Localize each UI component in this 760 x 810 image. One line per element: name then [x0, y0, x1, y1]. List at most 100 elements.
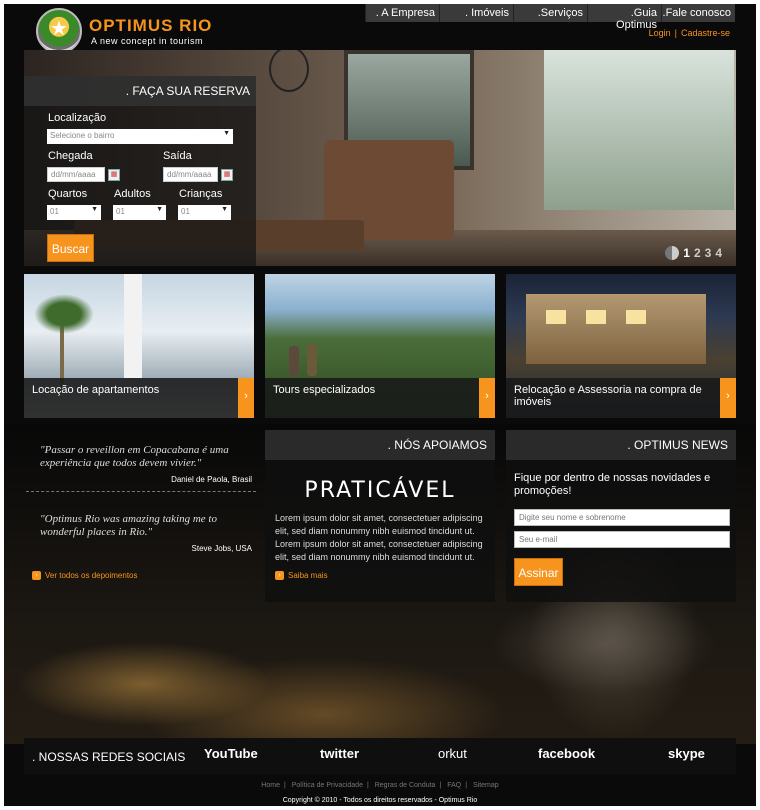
skype-icon[interactable]: skype: [668, 746, 705, 761]
saida-label: Saída: [163, 150, 192, 162]
signup-link[interactable]: Cadastre-se: [681, 28, 730, 38]
criancas-label: Crianças: [179, 188, 223, 200]
tile-tours[interactable]: Tours especializados ›: [265, 274, 495, 418]
tourist-figure: [289, 346, 299, 376]
footer-links: Home | Política de Privacidade | Regras de…: [261, 782, 499, 789]
criancas-value: 01: [181, 207, 190, 216]
star-icon: ★: [50, 18, 68, 40]
newsletter-panel: . OPTIMUS NEWS Fique por dentro de nossa…: [506, 430, 736, 602]
saida-input[interactable]: dd/mm/aaaa: [163, 167, 218, 182]
learn-more-link[interactable]: › Saiba mais: [275, 571, 328, 580]
search-button[interactable]: Buscar: [47, 234, 94, 262]
youtube-icon[interactable]: YouTube: [204, 746, 258, 761]
page: ★ OPTIMUS RIO A new concept in tourism .…: [4, 4, 756, 806]
bairro-select-value: Selecione o bairro: [50, 131, 115, 140]
arrow-right-icon: ›: [32, 571, 41, 580]
slider-page[interactable]: 3: [705, 246, 712, 260]
support-panel: . NÓS APOIAMOS PRATICÁVEL Lorem ipsum do…: [265, 430, 495, 602]
chevron-down-icon: ▼: [223, 130, 230, 137]
footer-link-privacy[interactable]: Política de Privacidade: [292, 782, 363, 789]
house-window: [586, 310, 606, 324]
nav-item-empresa[interactable]: . A Empresa: [365, 4, 439, 22]
adultos-select[interactable]: 01 ▼: [113, 205, 166, 220]
footer-link-faq[interactable]: FAQ: [447, 782, 461, 789]
partner-logo[interactable]: PRATICÁVEL: [265, 478, 495, 503]
tile-caption: Locação de apartamentos: [24, 378, 254, 418]
arrow-right-icon: ›: [275, 571, 284, 580]
brand-name[interactable]: OPTIMUS RIO: [89, 16, 212, 36]
house-image: [526, 294, 706, 364]
criancas-select[interactable]: 01 ▼: [178, 205, 231, 220]
chevron-down-icon: ▼: [221, 206, 228, 213]
email-input[interactable]: Seu e-mail: [514, 531, 730, 548]
slider-page[interactable]: 2: [694, 246, 701, 260]
chevron-down-icon: ▼: [156, 206, 163, 213]
footer-link-home[interactable]: Home: [261, 782, 280, 789]
social-title: . NOSSAS REDES SOCIAIS: [32, 750, 186, 764]
nav-item-imoveis[interactable]: . Imóveis: [439, 4, 513, 22]
house-window: [546, 310, 566, 324]
chevron-down-icon: ▼: [91, 206, 98, 213]
top-navigation: . A Empresa . Imóveis .Serviços .Guia Op…: [365, 4, 735, 31]
account-separator: |: [674, 28, 677, 38]
bairro-select[interactable]: Selecione o bairro ▼: [47, 129, 233, 144]
reservation-title: . FAÇA SUA RESERVA: [24, 76, 256, 106]
slider-pager: 1 2 3 4: [665, 246, 722, 260]
reservation-form: . FAÇA SUA RESERVA Localização Selecione…: [24, 76, 256, 266]
all-testimonials-label: Ver todos os depoimentos: [45, 571, 138, 580]
name-input[interactable]: Digite seu nome e sobrenome: [514, 509, 730, 526]
chevron-right-icon[interactable]: ›: [720, 378, 736, 418]
tile-caption: Relocação e Assessoria na compra de imóv…: [506, 378, 720, 418]
localizacao-label: Localização: [48, 112, 107, 124]
support-text: Lorem ipsum dolor sit amet, consectetuer…: [275, 513, 483, 562]
nav-item-contato[interactable]: .Fale conosco: [661, 4, 735, 22]
slider-page[interactable]: 1: [683, 246, 690, 260]
subscribe-button[interactable]: Assinar: [514, 558, 563, 586]
testimonial-quote: "Optimus Rio was amazing taking me to wo…: [40, 513, 217, 538]
chegada-label: Chegada: [48, 150, 93, 162]
quartos-select[interactable]: 01 ▼: [47, 205, 101, 220]
pause-icon[interactable]: [665, 246, 680, 260]
tile-apartments[interactable]: Locação de apartamentos ›: [24, 274, 254, 418]
footer-link-rules[interactable]: Regras de Conduta: [375, 782, 436, 789]
newsletter-title: . OPTIMUS NEWS: [506, 430, 736, 460]
testimonial-quote: "Passar o reveillon em Copacabana é uma …: [40, 444, 229, 469]
palm-tree: [34, 294, 94, 334]
brand-tagline: A new concept in tourism: [91, 36, 204, 46]
login-link[interactable]: Login: [649, 28, 671, 38]
nav-item-servicos[interactable]: .Serviços: [513, 4, 587, 22]
adultos-value: 01: [116, 207, 125, 216]
tourist-figure: [307, 344, 317, 376]
nav-item-guia[interactable]: .Guia Optimus: [587, 4, 661, 31]
chevron-right-icon[interactable]: ›: [238, 378, 254, 418]
copyright: Copyright © 2010 - Todos os direitos res…: [282, 797, 478, 804]
calendar-icon[interactable]: ▦: [221, 169, 233, 181]
adultos-label: Adultos: [114, 188, 151, 200]
slider-page[interactable]: 4: [715, 246, 722, 260]
hero-mirror: [269, 50, 309, 92]
tile-column: [124, 274, 142, 378]
testimonial-divider: [26, 491, 256, 492]
social-bar: . NOSSAS REDES SOCIAIS YouTube twitter o…: [24, 738, 736, 774]
quartos-value: 01: [50, 207, 59, 216]
chegada-input[interactable]: dd/mm/aaaa: [47, 167, 105, 182]
learn-more-label: Saiba mais: [288, 571, 328, 580]
all-testimonials-link[interactable]: › Ver todos os depoimentos: [32, 571, 138, 580]
orkut-icon[interactable]: orkut: [438, 746, 467, 761]
house-window: [626, 310, 646, 324]
facebook-icon[interactable]: facebook: [538, 746, 595, 761]
tile-relocation[interactable]: Relocação e Assessoria na compra de imóv…: [506, 274, 736, 418]
calendar-icon[interactable]: ▦: [108, 169, 120, 181]
support-title: . NÓS APOIAMOS: [265, 430, 495, 460]
testimonial-author: Daniel de Paola, Brasil: [171, 475, 252, 484]
footer-link-sitemap[interactable]: Sitemap: [473, 782, 499, 789]
quartos-label: Quartos: [48, 188, 88, 200]
chevron-right-icon[interactable]: ›: [479, 378, 495, 418]
testimonial-author: Steve Jobs, USA: [191, 544, 252, 553]
logo-icon[interactable]: ★: [36, 8, 82, 54]
tile-caption: Tours especializados: [265, 378, 495, 418]
hero-window-bright: [544, 50, 734, 210]
twitter-icon[interactable]: twitter: [320, 746, 359, 761]
newsletter-intro: Fique por dentro de nossas novidades e p…: [514, 472, 711, 497]
account-links: Login | Cadastre-se: [649, 28, 730, 38]
